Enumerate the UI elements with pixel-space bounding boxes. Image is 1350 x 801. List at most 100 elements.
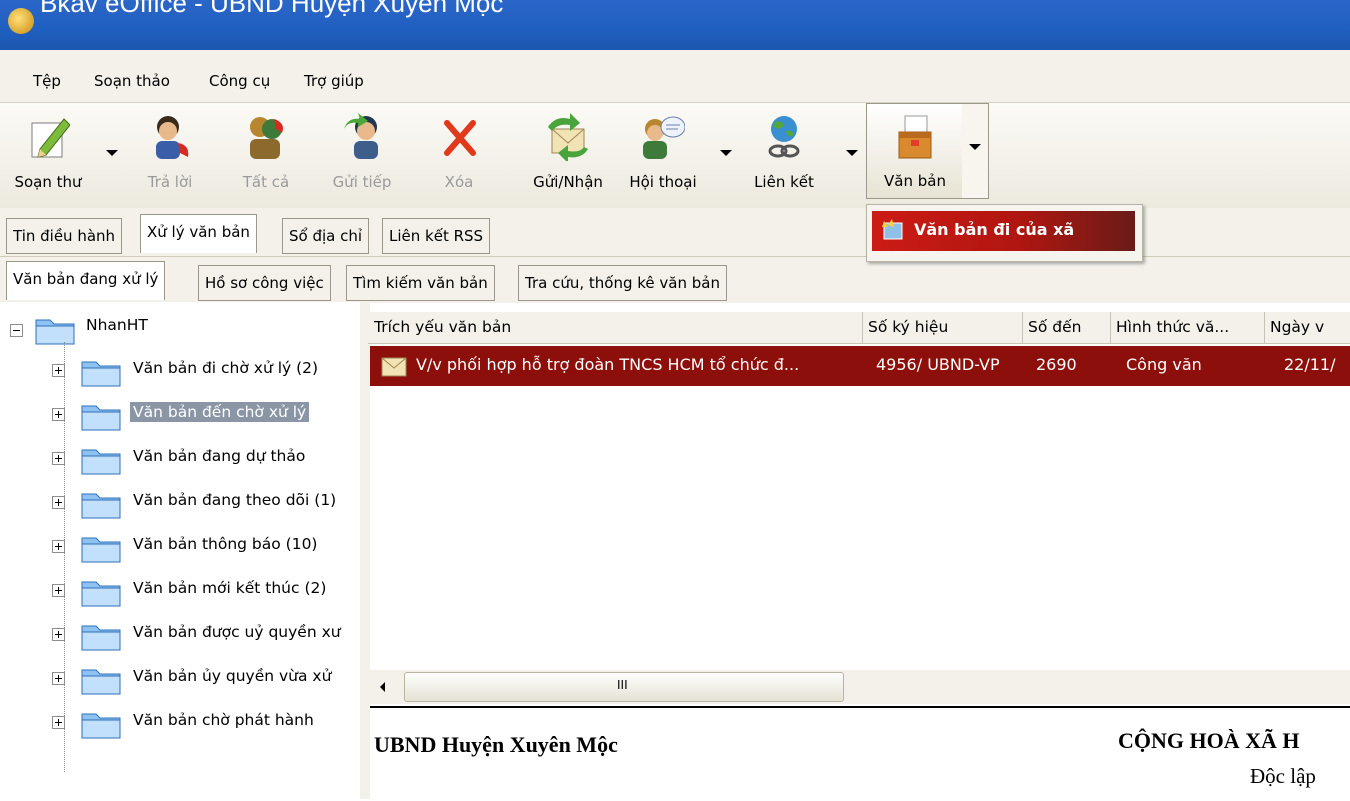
row-number: 2690 bbox=[1036, 355, 1077, 374]
documents-dropdown-menu: Văn bản đi của xã bbox=[866, 204, 1143, 262]
folder-icon bbox=[80, 530, 124, 568]
documents-dropdown-toggle[interactable] bbox=[962, 103, 989, 199]
link-button[interactable]: Liên kết bbox=[744, 103, 824, 203]
menu-help[interactable]: Trợ giúp bbox=[304, 72, 364, 90]
reply-button[interactable]: Trả lời bbox=[130, 103, 210, 203]
conversation-button[interactable]: Hội thoại bbox=[614, 103, 712, 203]
send-receive-button[interactable]: Gửi/Nhận bbox=[522, 103, 614, 203]
compose-pencil-icon bbox=[31, 118, 70, 158]
preview-org: UBND Huyện Xuyên Mộc bbox=[374, 732, 618, 757]
toolbar: Soạn thư Trả lời Tất cả Gửi tiếp Xóa Gửi… bbox=[0, 102, 1350, 209]
delete-label: Xóa bbox=[444, 173, 474, 191]
preview-header: CỘNG HOÀ XÃ H bbox=[1118, 728, 1300, 753]
tree-item-label: Văn bản đang dự thảo bbox=[133, 447, 306, 465]
tab-news[interactable]: Tin điều hành bbox=[6, 218, 123, 254]
menu-bar: Tệp Soạn thảo Công cụ Trợ giúp bbox=[0, 50, 1350, 102]
tab-address-book[interactable]: Sổ địa chỉ bbox=[282, 218, 370, 254]
col-date[interactable]: Ngày v bbox=[1264, 312, 1350, 343]
tree-item-label: Văn bản đến chờ xử lý bbox=[130, 402, 310, 422]
menu-item-label: Văn bản đi của xã bbox=[914, 220, 1075, 239]
scroll-grip: III bbox=[617, 678, 628, 692]
root-folder-icon bbox=[35, 319, 75, 345]
main-tabs: Tin điều hành Xử lý văn bản Sổ địa chỉ L… bbox=[0, 208, 1350, 256]
forward-icon bbox=[344, 113, 378, 159]
tab-lookup-statistics[interactable]: Tra cứu, thống kê văn bản bbox=[518, 265, 727, 301]
folder-tree: NhanHT Văn bản đi chờ xử lý (2) Văn bản đ… bbox=[0, 302, 360, 799]
link-dropdown-arrow[interactable] bbox=[846, 150, 858, 156]
tree-root-collapse[interactable] bbox=[10, 324, 23, 337]
tab-document-processing[interactable]: Xử lý văn bản bbox=[140, 214, 257, 253]
reply-icon bbox=[156, 116, 189, 159]
app-logo-icon bbox=[8, 8, 34, 34]
col-code[interactable]: Số ký hiệu bbox=[862, 312, 1023, 343]
menu-tools[interactable]: Công cụ bbox=[209, 72, 270, 90]
tree-guide-line bbox=[64, 342, 65, 772]
window-title: Bkav eOffice - UBND Huyện Xuyên Mộc bbox=[40, 0, 504, 18]
tree-item-label: Văn bản đang theo dõi (1) bbox=[133, 491, 337, 509]
expand-plus-icon[interactable] bbox=[52, 628, 65, 641]
tree-item-label: Văn bản được uỷ quyền xư bbox=[133, 623, 341, 641]
tree-item-label: Văn bản mới kết thúc (2) bbox=[133, 579, 327, 597]
menu-file[interactable]: Tệp bbox=[33, 72, 61, 90]
tab-rss-link[interactable]: Liên kết RSS bbox=[382, 218, 491, 254]
conversation-icon bbox=[643, 116, 685, 159]
forward-button[interactable]: Gửi tiếp bbox=[322, 103, 402, 203]
row-type: Công văn bbox=[1126, 355, 1202, 374]
col-number[interactable]: Số đến bbox=[1022, 312, 1111, 343]
menu-edit[interactable]: Soạn thảo bbox=[94, 72, 170, 90]
list-header: Trích yếu văn bản Số ký hiệu Số đến Hình… bbox=[368, 312, 1350, 344]
scroll-left-arrow[interactable] bbox=[380, 682, 385, 692]
conversation-label: Hội thoại bbox=[629, 173, 697, 191]
expand-plus-icon[interactable] bbox=[52, 584, 65, 597]
link-label: Liên kết bbox=[754, 173, 814, 191]
folder-icon bbox=[80, 354, 124, 392]
link-globe-icon bbox=[768, 116, 800, 158]
pane-splitter[interactable] bbox=[360, 302, 370, 799]
expand-plus-icon[interactable] bbox=[52, 716, 65, 729]
preview-motto: Độc lập bbox=[1250, 764, 1316, 788]
expand-plus-icon[interactable] bbox=[52, 496, 65, 509]
tree-root-label[interactable]: NhanHT bbox=[86, 316, 148, 334]
folder-icon bbox=[80, 398, 124, 436]
menu-item-outgoing-commune-docs[interactable]: Văn bản đi của xã bbox=[872, 211, 1135, 251]
table-row[interactable]: V/v phối hợp hỗ trợ đoàn TNCS HCM tổ chứ… bbox=[370, 346, 1350, 386]
documents-label: Văn bản bbox=[884, 172, 946, 190]
folder-icon bbox=[80, 662, 124, 700]
expand-plus-icon[interactable] bbox=[52, 364, 65, 377]
envelope-icon bbox=[381, 357, 407, 377]
expand-plus-icon[interactable] bbox=[52, 540, 65, 553]
document-spark-icon bbox=[882, 219, 903, 240]
col-type[interactable]: Hình thức vă... bbox=[1110, 312, 1265, 343]
forward-label: Gửi tiếp bbox=[332, 173, 392, 191]
title-bar: Bkav eOffice - UBND Huyện Xuyên Mộc bbox=[0, 0, 1350, 50]
compose-button[interactable]: Soạn thư bbox=[0, 103, 96, 203]
documents-button[interactable]: Văn bản bbox=[866, 103, 964, 199]
folder-icon bbox=[80, 486, 124, 524]
delete-x-icon bbox=[444, 120, 476, 156]
expand-plus-icon[interactable] bbox=[52, 672, 65, 685]
compose-dropdown-arrow[interactable] bbox=[106, 150, 118, 156]
scroll-thumb[interactable]: III bbox=[404, 672, 844, 702]
col-summary[interactable]: Trích yếu văn bản bbox=[368, 312, 863, 343]
reply-all-icon bbox=[250, 117, 283, 159]
folder-icon bbox=[80, 442, 124, 480]
row-date: 22/11/ bbox=[1284, 355, 1336, 374]
row-code: 4956/ UBND-VP bbox=[876, 355, 1000, 374]
delete-button[interactable]: Xóa bbox=[424, 103, 494, 203]
tab-work-files[interactable]: Hồ sơ công việc bbox=[198, 265, 331, 301]
tab-documents-in-process[interactable]: Văn bản đang xử lý bbox=[6, 261, 166, 300]
tree-item-label: Văn bản thông báo (10) bbox=[133, 535, 318, 553]
documents-dropdown-arrow bbox=[969, 144, 981, 150]
tree-item-label: Văn bản đi chờ xử lý (2) bbox=[133, 359, 319, 377]
expand-plus-icon[interactable] bbox=[52, 452, 65, 465]
tab-search-documents[interactable]: Tìm kiếm văn bản bbox=[346, 265, 495, 301]
expand-plus-icon[interactable] bbox=[52, 408, 65, 421]
horizontal-scrollbar[interactable]: III bbox=[370, 670, 1350, 704]
tree-item-label: Văn bản ủy quyền vừa xử bbox=[133, 667, 332, 685]
send-receive-icon bbox=[548, 113, 588, 161]
reply-all-button[interactable]: Tất cả bbox=[226, 103, 306, 203]
conversation-dropdown-arrow[interactable] bbox=[720, 150, 732, 156]
folder-icon bbox=[80, 574, 124, 612]
row-summary: V/v phối hợp hỗ trợ đoàn TNCS HCM tổ chứ… bbox=[416, 355, 800, 374]
send-receive-label: Gửi/Nhận bbox=[533, 173, 603, 191]
